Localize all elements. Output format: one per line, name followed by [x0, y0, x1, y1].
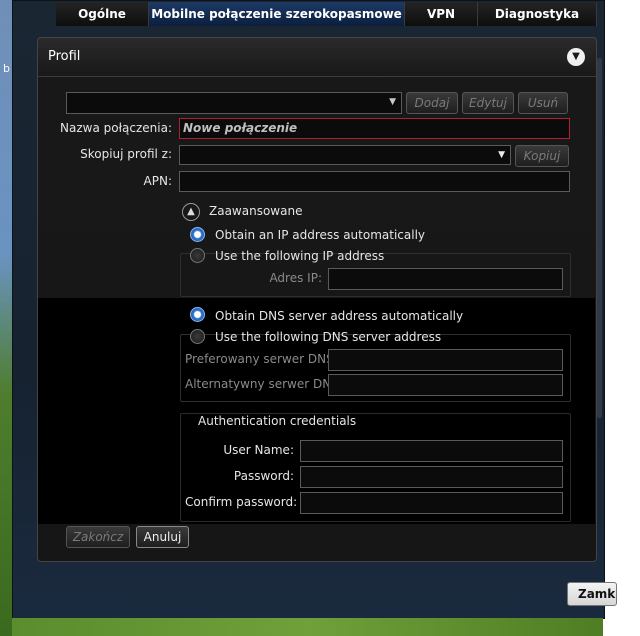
- desktop-bottom-strip: [12, 618, 603, 636]
- preferred-dns-label: Preferowany serwer DNS:: [185, 352, 338, 366]
- tab-mobile-broadband[interactable]: Mobilne połączenie szerokopasmowe: [149, 2, 405, 26]
- confirm-password-input[interactable]: [300, 492, 563, 514]
- dns-auto-label[interactable]: Obtain DNS server address automatically: [215, 309, 463, 323]
- chevron-down-icon: ▼: [389, 97, 396, 107]
- confirm-password-label: Confirm password:: [185, 495, 298, 509]
- panel-divider: [38, 76, 596, 77]
- ip-address-label: Adres IP:: [269, 271, 322, 285]
- preferred-dns-input[interactable]: [328, 349, 563, 371]
- tab-vpn[interactable]: VPN: [405, 2, 478, 26]
- desktop-text-fragment: b: [3, 62, 10, 75]
- username-input[interactable]: [300, 440, 563, 462]
- apn-input[interactable]: [179, 171, 570, 192]
- tab-diagnostics[interactable]: Diagnostyka: [478, 2, 597, 26]
- advanced-toggle-label[interactable]: Zaawansowane: [209, 204, 302, 218]
- dns-manual-label[interactable]: Use the following DNS server address: [215, 330, 441, 344]
- copy-profile-button[interactable]: Kopiuj: [515, 145, 569, 167]
- ip-auto-label[interactable]: Obtain an IP address automatically: [215, 228, 425, 242]
- ip-manual-radio[interactable]: [190, 248, 205, 263]
- panel-title: Profil: [48, 49, 81, 64]
- alternate-dns-input[interactable]: [328, 374, 563, 396]
- ip-manual-label[interactable]: Use the following IP address: [215, 249, 384, 263]
- copy-profile-label: Skopiuj profil z:: [80, 147, 172, 161]
- desktop-right-area: [600, 0, 640, 636]
- password-input[interactable]: [300, 466, 563, 488]
- profile-select[interactable]: ▼: [66, 92, 402, 114]
- alternate-dns-label: Alternatywny serwer DNS:: [185, 377, 343, 391]
- close-button[interactable]: Zamk: [567, 582, 617, 606]
- tab-bar: Ogólne Mobilne połączenie szerokopasmowe…: [56, 2, 597, 26]
- auth-group-title: Authentication credentials: [198, 414, 357, 428]
- tab-general[interactable]: Ogólne: [56, 2, 149, 26]
- dns-auto-radio[interactable]: [190, 307, 205, 322]
- chevron-down-icon[interactable]: ▼: [567, 48, 585, 66]
- chevron-up-icon[interactable]: ▲: [182, 203, 200, 221]
- copy-profile-select[interactable]: ▼: [179, 145, 511, 165]
- password-label: Password:: [233, 469, 294, 483]
- username-label: User Name:: [223, 443, 294, 457]
- ip-auto-radio[interactable]: [190, 227, 205, 242]
- ip-address-input[interactable]: [328, 268, 563, 290]
- chevron-down-icon: ▼: [498, 150, 505, 160]
- dns-manual-radio[interactable]: [190, 329, 205, 344]
- window-scrollbar[interactable]: [597, 58, 602, 418]
- connection-name-input[interactable]: Nowe połączenie: [179, 118, 570, 139]
- add-profile-button[interactable]: Dodaj: [406, 92, 458, 114]
- connection-name-label: Nazwa połączenia:: [60, 121, 172, 135]
- finish-button[interactable]: Zakończ: [66, 526, 130, 548]
- apn-label: APN:: [143, 174, 172, 188]
- cancel-button[interactable]: Anuluj: [136, 526, 189, 548]
- edit-profile-button[interactable]: Edytuj: [462, 92, 514, 114]
- delete-profile-button[interactable]: Usuń: [518, 92, 568, 114]
